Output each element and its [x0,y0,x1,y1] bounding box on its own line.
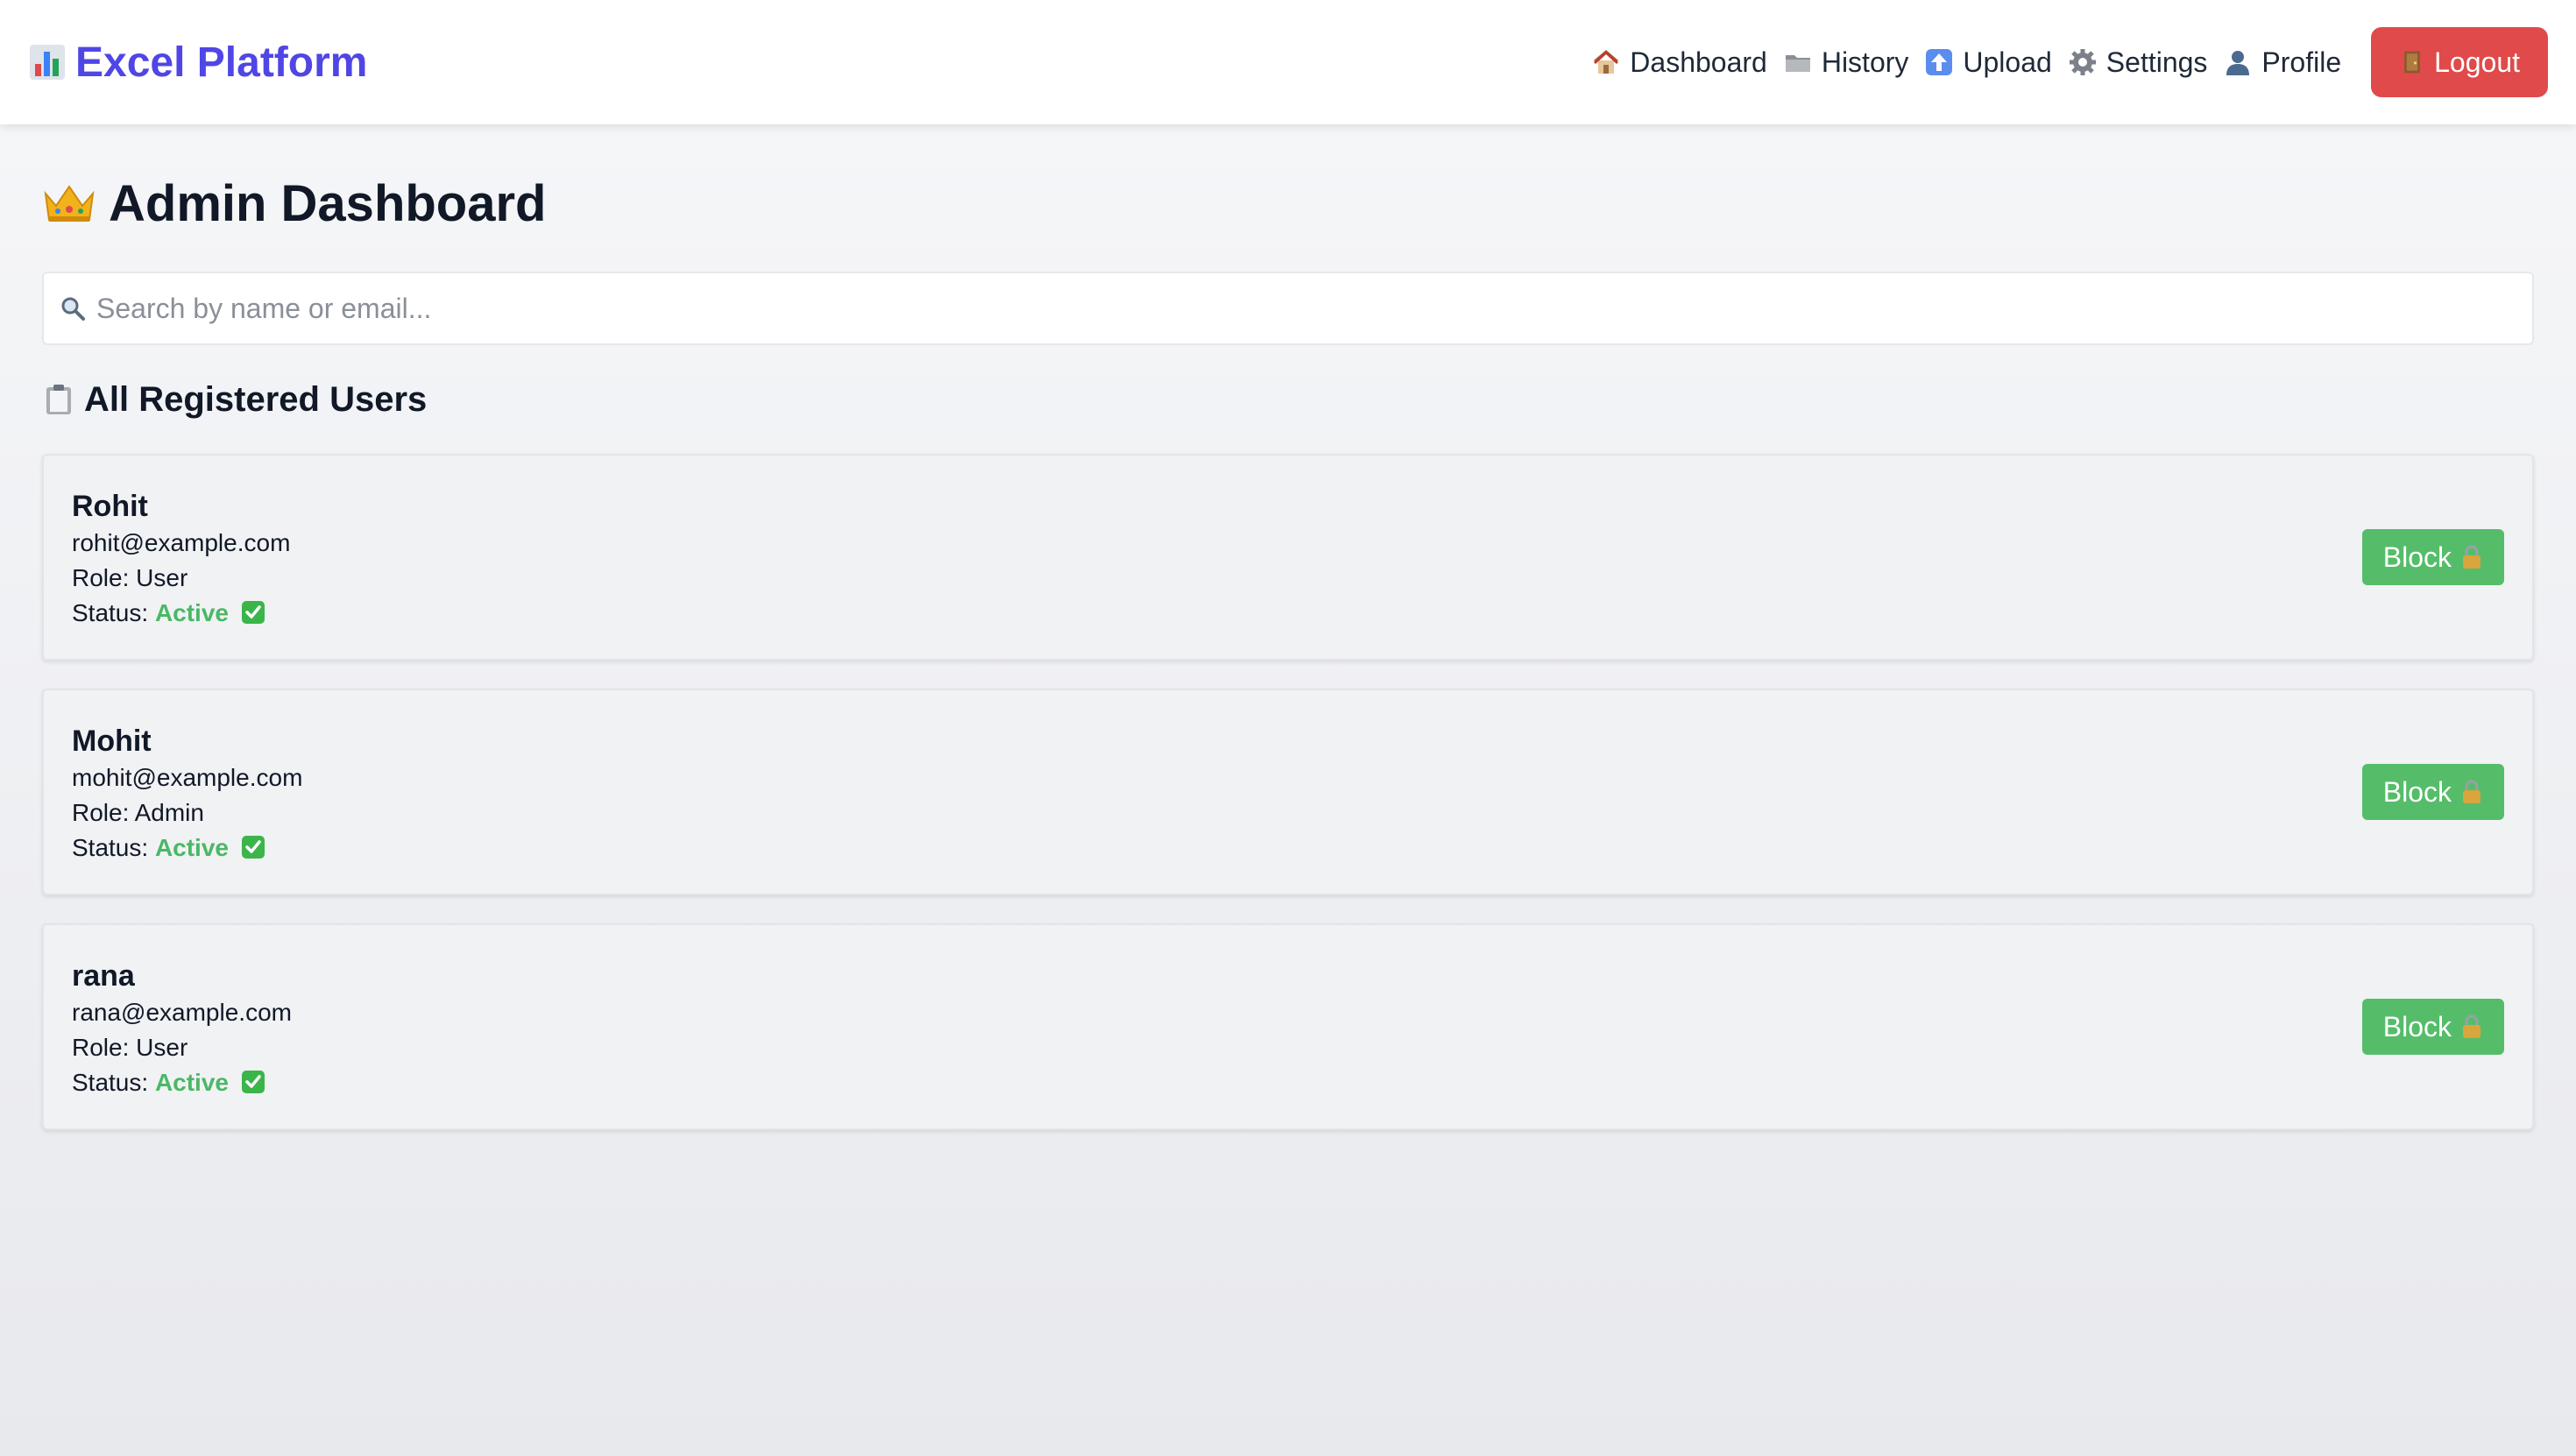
top-navbar: Excel Platform Dashboard History Upload … [0,0,2576,124]
nav-link-settings[interactable]: Settings [2068,43,2208,82]
user-card: Mohit mohit@example.com Role: Admin Stat… [42,689,2534,895]
door-icon [2404,51,2420,74]
logout-button[interactable]: Logout [2371,27,2548,97]
search-bar[interactable] [42,272,2534,345]
nav-link-upload[interactable]: Upload [1924,43,2052,82]
section-title: All Registered Users [42,377,2534,422]
block-button[interactable]: Block [2361,999,2504,1055]
brand-name: Excel Platform [75,39,368,86]
user-name: Rohit [72,490,148,523]
user-silhouette-icon [2226,51,2250,75]
status-value: Active [154,599,229,626]
user-status: Status: Active [72,1065,292,1100]
user-email: rohit@example.com [72,529,291,556]
brand[interactable]: Excel Platform [28,39,367,87]
gear-icon [2069,49,2096,75]
house-icon [1594,50,1619,74]
clipboard-icon [46,385,71,414]
nav-label: Profile [2261,46,2342,78]
folder-icon [1785,55,1810,72]
nav-link-history[interactable]: History [1783,43,1909,82]
block-button[interactable]: Block [2361,764,2504,820]
block-label: Block [2382,1010,2452,1043]
lock-icon [2463,1014,2480,1038]
user-card: rana rana@example.com Role: User Status:… [42,923,2534,1130]
user-status: Status: Active [72,830,302,866]
section-title-text: All Registered Users [84,379,428,419]
check-mark-icon [241,1071,265,1093]
user-card: Rohit rohit@example.com Role: User Statu… [42,454,2534,661]
user-email: mohit@example.com [72,764,303,791]
nav-label: Settings [2105,46,2208,78]
search-input[interactable] [96,292,2516,325]
user-role: Role: User [72,564,188,591]
block-label: Block [2382,541,2452,573]
nav-label: Dashboard [1630,46,1767,78]
nav-label: Upload [1963,46,2052,78]
page-title: Admin Dashboard [42,172,2534,235]
crown-icon [44,185,95,222]
block-label: Block [2382,775,2452,808]
page-title-text: Admin Dashboard [109,174,547,232]
bar-chart-icon [30,45,65,80]
nav-link-profile[interactable]: Profile [2223,43,2341,82]
upload-arrow-icon [1926,49,1953,75]
lock-icon [2463,545,2480,569]
search-icon [61,297,85,321]
status-label: Status: [72,1069,155,1096]
nav-label: History [1821,46,1909,78]
user-info: Mohit mohit@example.com Role: Admin Stat… [72,722,302,866]
lock-icon [2463,780,2480,803]
nav-link-dashboard[interactable]: Dashboard [1591,43,1767,82]
user-name: rana [72,959,135,993]
status-value: Active [154,834,229,861]
status-label: Status: [72,599,155,626]
user-list: Rohit rohit@example.com Role: User Statu… [42,454,2534,1130]
user-info: Rohit rohit@example.com Role: User Statu… [72,487,290,631]
user-name: Mohit [72,724,152,758]
user-status: Status: Active [72,596,290,631]
check-mark-icon [241,601,265,624]
logout-label: Logout [2434,46,2520,78]
user-info: rana rana@example.com Role: User Status:… [72,957,292,1100]
block-button[interactable]: Block [2361,529,2504,585]
nav-links: Dashboard History Upload Settings Profil… [1591,27,2548,97]
user-email: rana@example.com [72,999,292,1026]
status-label: Status: [72,834,155,861]
status-value: Active [154,1069,229,1096]
user-role: Role: Admin [72,799,204,826]
check-mark-icon [241,836,265,859]
main-content: Admin Dashboard All Registered Users Roh… [42,124,2534,1158]
user-role: Role: User [72,1034,188,1061]
